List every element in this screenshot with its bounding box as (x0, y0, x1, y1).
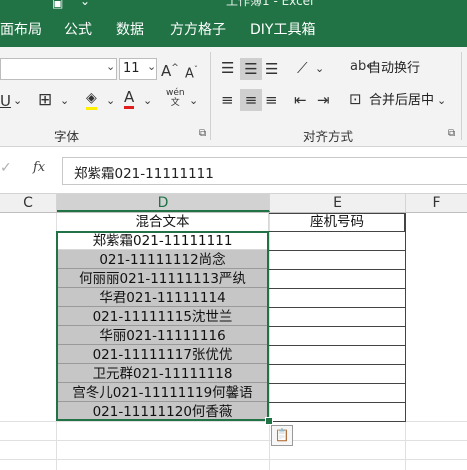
orientation-icon[interactable]: ⟋ (297, 59, 308, 77)
landline-column-range[interactable] (269, 213, 406, 422)
align-center-icon[interactable]: ≡ (240, 89, 262, 111)
underline-icon[interactable]: U (0, 92, 11, 110)
column-header-d[interactable]: D (57, 194, 270, 212)
align-right-icon[interactable]: ≡ (265, 91, 278, 109)
table-row[interactable]: 021-11111120何香薇 (58, 403, 267, 421)
column-header-f[interactable]: F (406, 194, 467, 212)
column-headers: C D E F (0, 194, 467, 213)
fill-color-icon[interactable]: ◈ (86, 89, 97, 110)
chevron-down-icon: ⌄ (147, 60, 157, 73)
font-group-label: 字体 (54, 129, 80, 144)
wrap-text-button[interactable]: 自动换行 (368, 61, 420, 77)
group-divider (210, 52, 211, 140)
grow-font-glyph: A (161, 62, 172, 80)
cell-border (269, 231, 405, 232)
font-size-combo[interactable]: 11 ⌄ (119, 58, 157, 80)
chevron-down-icon[interactable]: ⌄ (189, 92, 198, 110)
cell-border (269, 402, 405, 403)
table-row[interactable]: 021-11111112尚念 (58, 251, 267, 269)
column-header-e[interactable]: E (270, 194, 406, 212)
chevron-down-icon[interactable]: ⌄ (315, 60, 324, 78)
phonetic-guide-icon[interactable]: wén 文 (166, 88, 185, 108)
underline-glyph: U (0, 92, 11, 110)
borders-icon[interactable]: ⊞ (38, 91, 52, 109)
table-row[interactable]: 宫冬儿021-11111119何馨语 (58, 384, 267, 402)
chevron-down-icon[interactable]: ⌄ (13, 92, 22, 110)
tab-formulas[interactable]: 公式 (64, 21, 92, 39)
group-divider (461, 52, 462, 140)
save-icon[interactable]: ▣ (52, 0, 63, 10)
cell-border (269, 364, 405, 365)
customize-qat-icon[interactable]: ⌄ (80, 0, 90, 8)
align-middle-icon[interactable]: ☰ (240, 58, 262, 80)
merge-center-button[interactable]: 合并后居中 (369, 93, 434, 109)
cell-border (269, 250, 405, 251)
chevron-down-icon[interactable]: ⌄ (143, 92, 152, 110)
sheet-grid[interactable]: 混合文本 座机号码 郑紫霜021-11111111 021-11111112尚念… (0, 213, 467, 470)
cell-border (269, 288, 405, 289)
chevron-down-icon[interactable]: ⌄ (106, 92, 115, 110)
tab-data[interactable]: 数据 (116, 21, 144, 39)
table-row[interactable]: 华君021-11111114 (58, 289, 267, 307)
merge-center-icon[interactable]: ⊡ (349, 90, 362, 108)
chevron-down-icon[interactable]: ⌄ (60, 92, 69, 110)
align-bottom-icon[interactable]: ☰ (265, 60, 278, 78)
table-row[interactable]: 何丽丽021-11111113严纨 (58, 270, 267, 288)
tab-diy-toolbox[interactable]: DIY工具箱 (250, 21, 315, 39)
font-name-combo[interactable]: ⌄ (0, 58, 117, 80)
decrease-indent-icon[interactable]: ⇤ (294, 91, 307, 109)
chevron-down-icon: ⌄ (106, 60, 116, 73)
header-mixed-text[interactable]: 混合文本 (57, 213, 269, 232)
fx-icon[interactable]: fx (33, 160, 45, 175)
table-row[interactable]: 021-11111115沈世兰 (58, 308, 267, 326)
window-title: 工作簿1 - Excel (226, 0, 314, 8)
formula-value: 郑紫霜021-11111111 (74, 166, 214, 182)
chevron-down-icon[interactable]: ⌄ (437, 92, 446, 110)
cell-border (269, 345, 405, 346)
shrink-font-glyph: A (185, 66, 194, 82)
tab-fangfang[interactable]: 方方格子 (170, 21, 226, 39)
dialog-launcher-icon[interactable]: ⧉ (199, 128, 206, 139)
font-color-icon[interactable]: A (124, 88, 135, 109)
check-icon[interactable]: ✓ (0, 160, 12, 176)
ribbon-tabs: 面布局 公式 数据 方方格子 DIY工具箱 (0, 13, 467, 47)
table-row[interactable]: 021-11111117张优优 (58, 346, 267, 364)
phonetic-glyph: wén (166, 88, 185, 98)
paste-options-icon[interactable]: 📋 (271, 425, 293, 446)
font-size-value: 11 (123, 61, 140, 76)
column-header-c[interactable]: C (0, 194, 57, 212)
increase-indent-icon[interactable]: ⇥ (317, 91, 330, 109)
title-bar: ▣ ⌄ 工作簿1 - Excel (0, 0, 467, 13)
grow-font-icon[interactable]: A^ (161, 59, 179, 80)
table-row[interactable]: 郑紫霜021-11111111 (58, 232, 267, 250)
cell-border (269, 326, 405, 327)
table-row[interactable]: 华丽021-11111116 (58, 327, 267, 345)
cell-border (269, 307, 405, 308)
shrink-font-icon[interactable]: Aˇ (185, 61, 198, 83)
fill-handle[interactable] (265, 417, 273, 425)
dialog-launcher-icon[interactable]: ⧉ (448, 128, 455, 139)
gridline (0, 440, 467, 441)
align-top-icon[interactable]: ☰ (221, 59, 234, 77)
cell-border (269, 269, 405, 270)
align-left-icon[interactable]: ≡ (221, 91, 234, 109)
cell-border (269, 383, 405, 384)
gridline (0, 459, 467, 460)
table-row[interactable]: 卫元群021-11111118 (58, 365, 267, 383)
formula-input[interactable]: 郑紫霜021-11111111 (62, 157, 467, 185)
alignment-group-label: 对齐方式 (303, 129, 354, 144)
tab-page-layout[interactable]: 面布局 (0, 21, 42, 39)
